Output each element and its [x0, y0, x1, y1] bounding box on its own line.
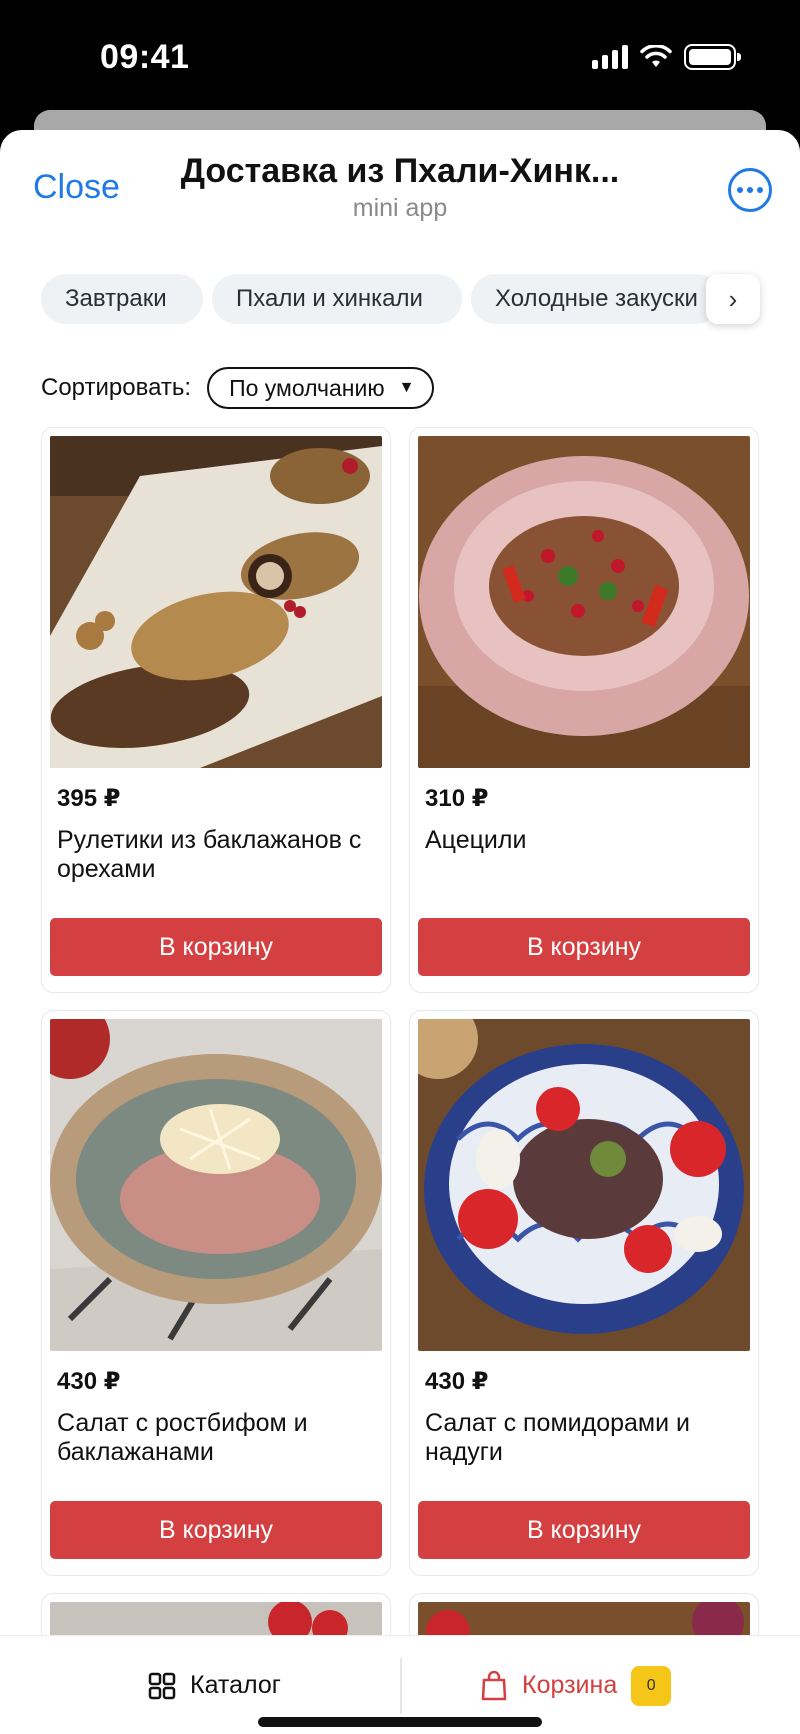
category-chips: Завтраки Пхали и хинкали Холодные закуск…	[0, 274, 800, 330]
add-to-cart-button[interactable]: В корзину	[418, 1501, 750, 1559]
chevron-right-icon[interactable]: ›	[706, 274, 760, 324]
more-options-button[interactable]	[728, 168, 772, 212]
sort-label: Сортировать:	[41, 374, 192, 401]
status-icons	[592, 44, 741, 70]
product-card[interactable]: 430 ₽ Салат с помидорами и надуги В корз…	[409, 1010, 759, 1576]
cart-count-badge: 0	[631, 1665, 672, 1706]
cellular-signal-icon	[592, 45, 628, 69]
add-to-cart-button[interactable]: В корзину	[418, 918, 750, 976]
product-name: Рулетики из баклажанов с орехами	[57, 826, 362, 883]
product-card[interactable]: 310 ₽ Ацецили В корзину	[409, 427, 759, 993]
battery-icon	[684, 44, 741, 70]
mini-app-sheet: Close Доставка из Пхали-Хинк... mini app…	[0, 130, 800, 1734]
product-image-tomato-nadugi-salad	[418, 1019, 750, 1351]
product-price: 430 ₽	[57, 1368, 121, 1395]
add-to-cart-button[interactable]: В корзину	[50, 1501, 382, 1559]
header: Close Доставка из Пхали-Хинк... mini app	[0, 130, 800, 240]
category-chip-pkhali-khinkali[interactable]: Пхали и хинкали	[212, 274, 462, 324]
product-price: 395 ₽	[57, 785, 121, 812]
tab-divider	[400, 1658, 402, 1714]
product-card[interactable]: 430 ₽ Салат с ростбифом и баклажанами В …	[41, 1010, 391, 1576]
sort-value: По умолчанию	[229, 374, 385, 401]
category-chip-cold-appetizers[interactable]: Холодные закуски	[471, 274, 721, 324]
product-image-eggplant-rolls	[50, 436, 382, 768]
product-name: Салат с ростбифом и баклажанами	[57, 1409, 308, 1466]
status-time: 09:41	[100, 38, 190, 76]
product-name: Ацецили	[425, 826, 527, 854]
grid-icon	[148, 1672, 176, 1699]
close-button[interactable]: Close	[33, 168, 120, 207]
home-indicator	[258, 1717, 542, 1727]
shopping-bag-icon	[481, 1670, 507, 1700]
product-name: Салат с помидорами и надуги	[425, 1409, 690, 1466]
caret-down-icon: ▼	[398, 379, 415, 396]
status-bar: 09:41	[0, 0, 800, 118]
tab-catalog-label: Каталог	[190, 1671, 281, 1699]
product-image-roastbeef-salad	[50, 1019, 382, 1351]
tab-cart-label: Корзина	[522, 1671, 618, 1699]
sort-select[interactable]: По умолчанию ▼	[207, 367, 435, 409]
category-chip-breakfast[interactable]: Завтраки	[41, 274, 203, 324]
product-price: 310 ₽	[425, 785, 489, 812]
page-title: Доставка из Пхали-Хинк...	[180, 152, 620, 190]
wifi-icon	[640, 45, 672, 67]
product-card[interactable]: 395 ₽ Рулетики из баклажанов с орехами В…	[41, 427, 391, 993]
add-to-cart-button[interactable]: В корзину	[50, 918, 382, 976]
sort-row: Сортировать: По умолчанию ▼	[41, 367, 435, 409]
product-price: 430 ₽	[425, 1368, 489, 1395]
product-image-atsetsili	[418, 436, 750, 768]
page-subtitle: mini app	[352, 194, 448, 222]
